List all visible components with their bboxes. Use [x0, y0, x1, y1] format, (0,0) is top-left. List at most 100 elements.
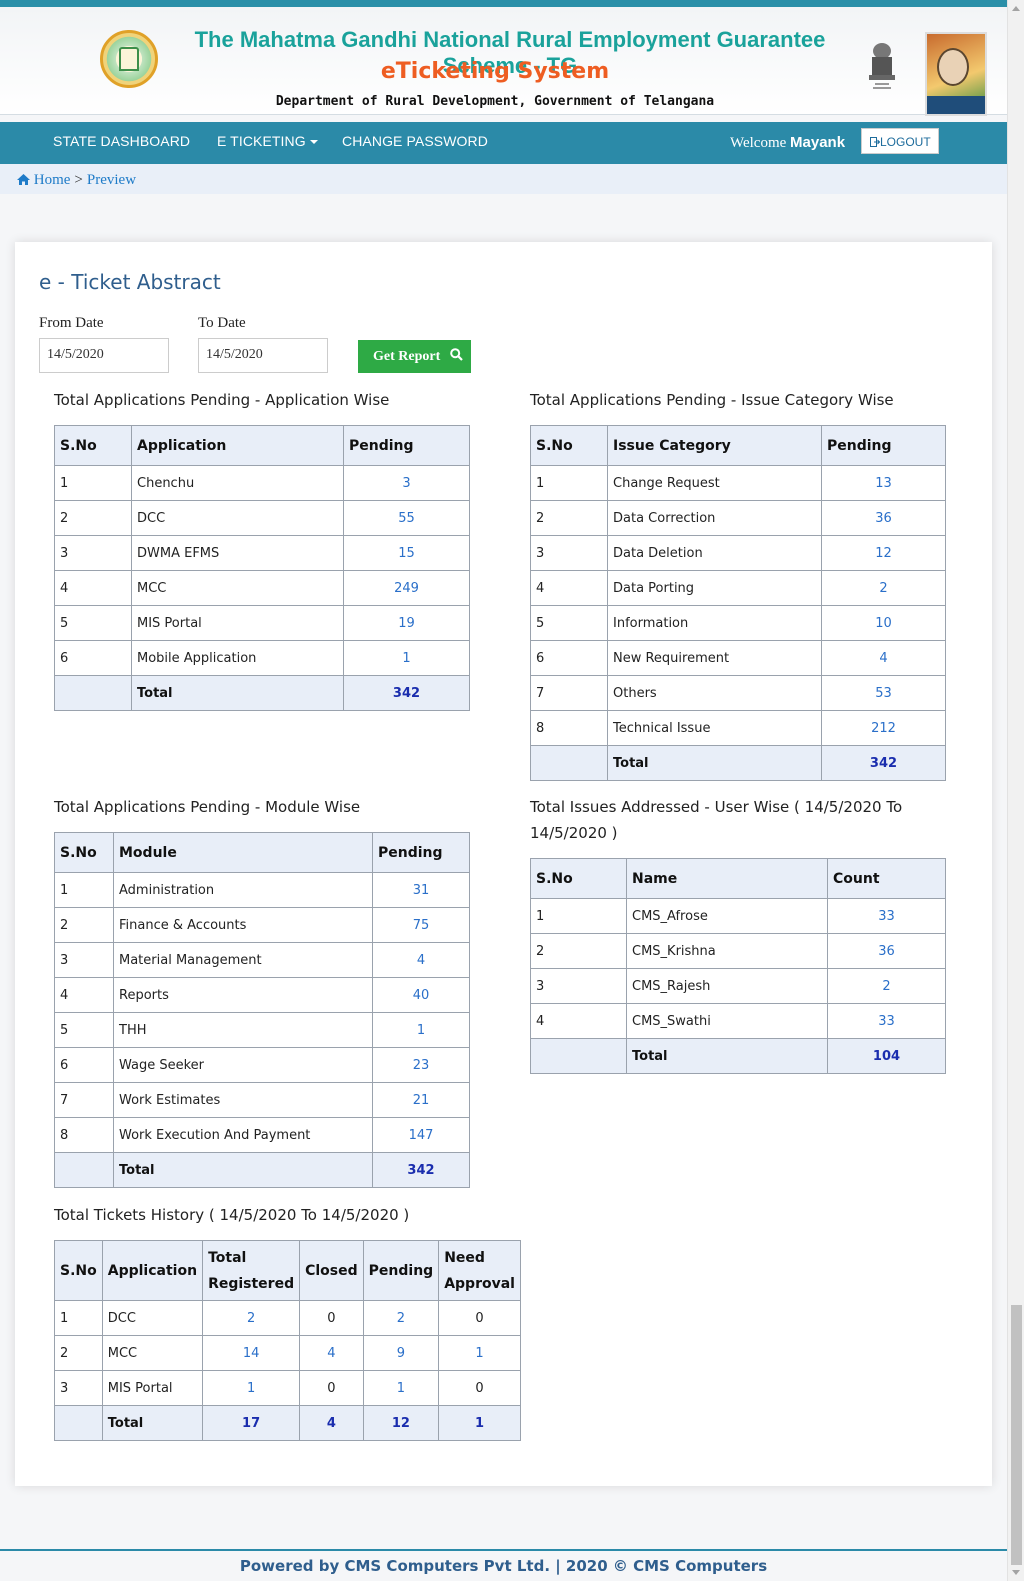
table-cell[interactable]: 40: [372, 977, 470, 1013]
table-cell[interactable]: 75: [372, 907, 470, 943]
total-value: 342: [372, 1152, 470, 1188]
caret-down-icon: [309, 140, 318, 145]
from-date-input[interactable]: 14/5/2020: [39, 338, 169, 373]
table-row: 2 Data Correction 36: [530, 500, 946, 536]
table-cell[interactable]: 33: [827, 898, 946, 934]
total-row: Total 17 4 12 1: [54, 1405, 521, 1441]
table-cell[interactable]: 212: [821, 710, 946, 746]
table-cell[interactable]: 10: [821, 605, 946, 641]
col-header: Application: [101, 1240, 204, 1301]
table-cell: Chenchu: [131, 465, 344, 501]
table-cell[interactable]: 2: [202, 1300, 301, 1336]
table-cell: 0: [299, 1300, 364, 1336]
table-cell: 0: [299, 1370, 364, 1406]
table-cell: 3: [54, 942, 114, 978]
col-header: Name: [626, 858, 828, 899]
table-cell: 1: [54, 465, 132, 501]
table-cell[interactable]: 53: [821, 675, 946, 711]
table-cell[interactable]: 147: [372, 1117, 470, 1153]
breadcrumb-home[interactable]: Home: [34, 172, 71, 188]
table-cell[interactable]: 2: [362, 1300, 440, 1336]
table-cell[interactable]: 4: [372, 942, 470, 978]
user-wise-table: S.No Name Count 1 CMS_Afrose 33 2 CMS_Krishn…: [530, 858, 946, 1074]
table-cell: THH: [113, 1012, 373, 1048]
national-emblem-icon: [869, 43, 895, 89]
table-row: 7 Others 53: [530, 675, 946, 711]
nav-e-ticketing[interactable]: E TICKETING: [217, 133, 318, 149]
table-cell[interactable]: 55: [343, 500, 470, 536]
table-cell[interactable]: 1: [343, 640, 470, 676]
table-cell: Material Management: [113, 942, 373, 978]
table-cell: Reports: [113, 977, 373, 1013]
nav-state-dashboard[interactable]: STATE DASHBOARD: [53, 133, 190, 149]
table-cell[interactable]: 21: [372, 1082, 470, 1118]
table-row: 3 Material Management 4: [54, 942, 470, 978]
col-header: Application: [131, 425, 344, 466]
footer-divider: [0, 1549, 1007, 1551]
total-value: 17: [202, 1405, 301, 1441]
col-header: Pending: [343, 425, 470, 466]
table-cell: 0: [438, 1370, 521, 1406]
table-cell[interactable]: 31: [372, 872, 470, 908]
scrollbar-thumb[interactable]: [1011, 1305, 1022, 1565]
history-table: S.No Application Total Registered Closed…: [54, 1240, 521, 1441]
search-icon: [449, 348, 463, 361]
total-label: Total: [626, 1038, 828, 1074]
table-cell[interactable]: 36: [821, 500, 946, 536]
total-row: Total 342: [530, 745, 946, 781]
table-cell: [530, 1038, 627, 1074]
table-cell[interactable]: 2: [827, 968, 946, 1004]
table-cell[interactable]: 14: [202, 1335, 301, 1371]
site-header: The Mahatma Gandhi National Rural Employ…: [0, 7, 1007, 116]
table-cell[interactable]: 4: [299, 1335, 364, 1371]
logout-button[interactable]: LOGOUT: [861, 128, 939, 154]
table-row: 1 DCC 2 0 2 0: [54, 1300, 521, 1336]
scroll-up-arrow-icon[interactable]: [1012, 6, 1020, 11]
table-cell[interactable]: 1: [372, 1012, 470, 1048]
table-cell: 6: [54, 1047, 114, 1083]
home-icon: [17, 174, 30, 185]
total-label: Total: [113, 1152, 373, 1188]
table-cell[interactable]: 2: [821, 570, 946, 606]
total-label: Total: [131, 675, 344, 711]
total-label: Total: [607, 745, 822, 781]
table-cell: [54, 675, 132, 711]
table-row: 3 CMS_Rajesh 2: [530, 968, 946, 1004]
table-cell[interactable]: 1: [202, 1370, 301, 1406]
footer-text: Powered by CMS Computers Pvt Ltd. | 2020…: [239, 1557, 768, 1575]
table-cell[interactable]: 33: [827, 1003, 946, 1039]
table-cell: Information: [607, 605, 822, 641]
table-cell[interactable]: 19: [343, 605, 470, 641]
table-cell[interactable]: 23: [372, 1047, 470, 1083]
page-scrollbar[interactable]: [1007, 0, 1024, 1581]
table-cell[interactable]: 4: [821, 640, 946, 676]
to-date-input[interactable]: 14/5/2020: [198, 338, 328, 373]
table-cell: 1: [530, 898, 627, 934]
table-cell[interactable]: 13: [821, 465, 946, 501]
breadcrumb-current[interactable]: Preview: [87, 172, 136, 188]
table-cell: Data Porting: [607, 570, 822, 606]
table-cell[interactable]: 12: [821, 535, 946, 571]
logout-label: LOGOUT: [880, 135, 931, 149]
scroll-down-arrow-icon[interactable]: [1012, 1570, 1020, 1575]
table-cell[interactable]: 1: [362, 1370, 440, 1406]
table-cell: 8: [54, 1117, 114, 1153]
table-cell[interactable]: 15: [343, 535, 470, 571]
table-cell[interactable]: 3: [343, 465, 470, 501]
get-report-button[interactable]: Get Report: [358, 340, 471, 373]
nav-change-password[interactable]: CHANGE PASSWORD: [342, 133, 488, 149]
table-cell: [54, 1405, 103, 1441]
table-cell[interactable]: 249: [343, 570, 470, 606]
table-cell: 3: [54, 1370, 103, 1406]
table-cell: 2: [54, 1335, 103, 1371]
table-cell[interactable]: 1: [438, 1335, 521, 1371]
table-row: 8 Work Execution And Payment 147: [54, 1117, 470, 1153]
nav-e-ticketing-label: E TICKETING: [217, 133, 306, 149]
col-header: S.No: [530, 425, 608, 466]
table-cell: 7: [530, 675, 608, 711]
total-value: 342: [821, 745, 946, 781]
table-cell[interactable]: 36: [827, 933, 946, 969]
table-row: 5 MIS Portal 19: [54, 605, 470, 641]
module-wise-title: Total Applications Pending - Module Wise: [54, 798, 361, 816]
table-cell[interactable]: 9: [362, 1335, 440, 1371]
